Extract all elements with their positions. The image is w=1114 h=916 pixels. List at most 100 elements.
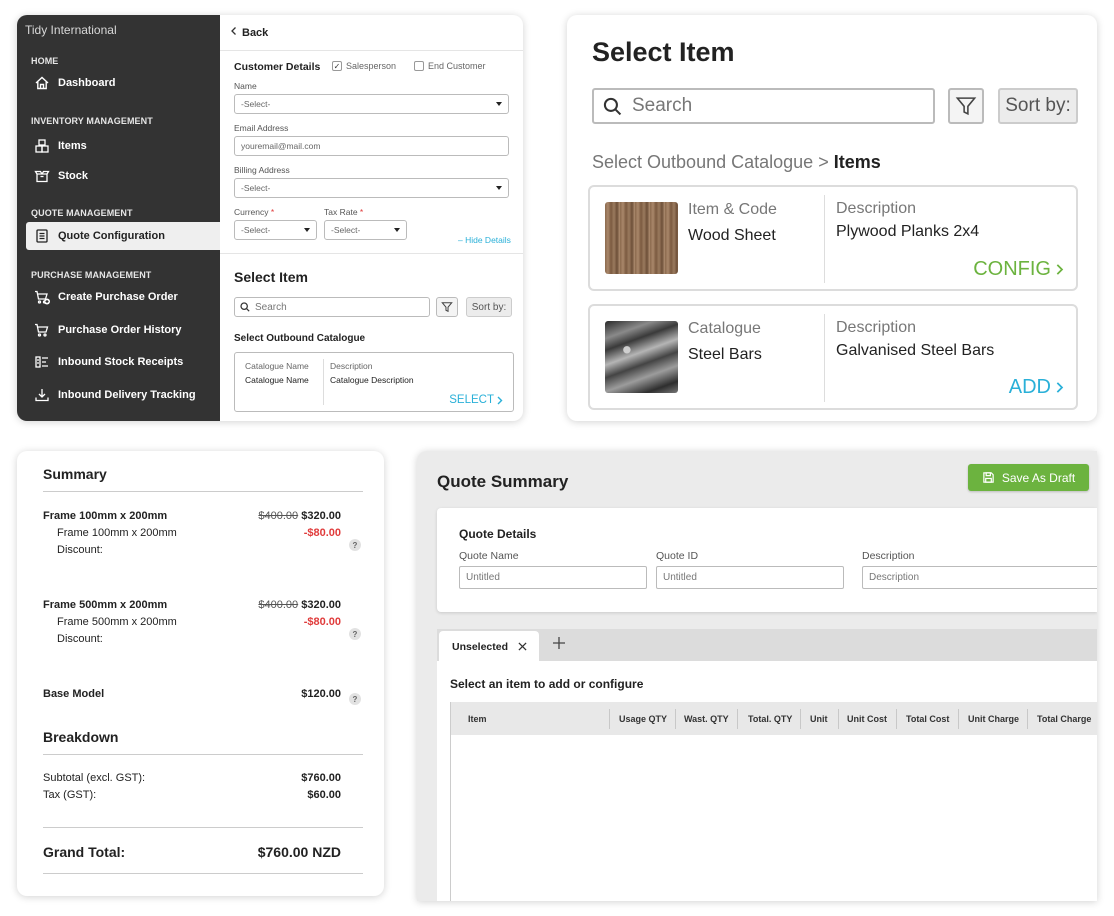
column-header-unit-charge[interactable]: Unit Charge — [968, 702, 1019, 735]
line-item-sub: Frame 500mm x 200mm — [57, 616, 177, 628]
item-code-label: Item & Code — [688, 201, 777, 218]
email-field[interactable]: youremail@mail.com — [234, 136, 509, 156]
name-select-value: -Select- — [241, 99, 271, 109]
table-header: Item Usage QTY Wast. QTY Total. QTY Unit… — [451, 702, 1097, 735]
divider — [220, 253, 523, 254]
caret-down-icon — [496, 102, 502, 106]
column-header-unit[interactable]: Unit — [810, 702, 828, 735]
catalogue-label: Catalogue — [688, 320, 761, 337]
search-icon — [240, 302, 250, 312]
line-item-discount: -$80.00 — [303, 527, 341, 539]
description-input[interactable]: Description — [862, 566, 1097, 589]
sidebar-section-inventory: INVENTORY MANAGEMENT — [31, 116, 153, 126]
currency-select[interactable]: -Select- — [234, 220, 317, 240]
sidebar-item-dashboard[interactable]: Dashboard — [26, 69, 220, 97]
column-header-unit-cost[interactable]: Unit Cost — [847, 702, 887, 735]
wood-sheet-thumbnail — [605, 202, 678, 274]
item-card-steel-bars[interactable]: Catalogue Steel Bars Description Galvani… — [588, 304, 1078, 410]
select-item-panel: Select Item Search Sort by: Select Outbo… — [567, 15, 1097, 421]
end-customer-checkbox[interactable]: End Customer — [414, 61, 486, 71]
sidebar-item-inbound-delivery-tracking[interactable]: Inbound Delivery Tracking — [26, 381, 220, 409]
summary-title: Summary — [43, 466, 107, 482]
select-item-heading: Select Item — [592, 37, 735, 67]
config-button[interactable]: CONFIG — [973, 258, 1064, 281]
chevron-right-icon — [1056, 264, 1064, 275]
quote-id-placeholder: Untitled — [663, 572, 697, 583]
subtotal-label: Subtotal (excl. GST): — [43, 772, 146, 784]
breadcrumb: Select Outbound Catalogue > Items — [592, 152, 881, 173]
item-card-wood-sheet[interactable]: Item & Code Wood Sheet Description Plywo… — [588, 185, 1078, 291]
select-catalogue-button[interactable]: SELECT — [449, 394, 503, 406]
sort-button-large[interactable]: Sort by: — [998, 88, 1078, 124]
help-icon[interactable]: ? — [349, 539, 361, 551]
sidebar-item-purchase-order-history[interactable]: Purchase Order History — [26, 316, 220, 344]
description-label: Description — [836, 200, 917, 217]
close-icon[interactable] — [518, 642, 527, 651]
search-input-large[interactable]: Search — [592, 88, 935, 124]
help-icon[interactable]: ? — [349, 628, 361, 640]
sidebar-item-label: Quote Configuration — [58, 230, 165, 242]
select-item-title: Select Item — [234, 269, 308, 285]
catalogue-name-value: Catalogue Name — [245, 375, 309, 385]
breakdown-title: Breakdown — [43, 729, 119, 745]
column-header-usage-qty[interactable]: Usage QTY — [619, 702, 667, 735]
filter-button[interactable] — [436, 297, 458, 317]
column-header-total-cost[interactable]: Total Cost — [906, 702, 949, 735]
tab-unselected[interactable]: Unselected — [439, 631, 539, 662]
billing-address-select[interactable]: -Select- — [234, 178, 509, 198]
divider — [43, 873, 363, 874]
discount-label: Discount: — [57, 544, 103, 556]
caret-down-icon — [304, 228, 310, 232]
boxes-icon — [26, 138, 58, 154]
sort-button[interactable]: Sort by: — [466, 297, 512, 317]
line-item-name: Frame 100mm x 200mm — [43, 510, 168, 522]
sidebar-item-quote-configuration[interactable]: Quote Configuration — [26, 222, 220, 250]
line-item-name: Frame 500mm x 200mm — [43, 599, 168, 611]
plus-icon — [553, 637, 565, 649]
sidebar-item-inbound-stock-receipts[interactable]: Inbound Stock Receipts — [26, 348, 220, 376]
grand-total-label: Grand Total: — [43, 844, 126, 860]
help-icon[interactable]: ? — [349, 693, 361, 705]
sidebar: Tidy International HOME Dashboard INVENT… — [17, 15, 220, 421]
hide-details-link[interactable]: – Hide Details — [458, 235, 511, 245]
cart-add-icon — [26, 289, 58, 305]
breadcrumb-current: Items — [833, 152, 881, 172]
open-box-icon — [26, 168, 58, 184]
description-value: Galvanised Steel Bars — [836, 342, 995, 359]
add-button[interactable]: ADD — [1009, 376, 1064, 399]
save-as-draft-button[interactable]: Save As Draft — [968, 464, 1089, 491]
name-select[interactable]: -Select- — [234, 94, 509, 114]
back-button[interactable]: Back — [230, 26, 268, 39]
billing-select-value: -Select- — [241, 183, 271, 193]
breadcrumb-parent[interactable]: Select Outbound Catalogue — [592, 152, 813, 172]
salesperson-checkbox[interactable]: ✓ Salesperson — [332, 61, 396, 71]
add-tab-button[interactable] — [552, 636, 568, 652]
line-item-price: $400.00 $320.00 — [258, 510, 341, 522]
sidebar-item-label: Purchase Order History — [58, 324, 182, 336]
catalogue-card[interactable]: Catalogue Name Catalogue Name Descriptio… — [234, 352, 514, 412]
column-header-total-charge[interactable]: Total Charge — [1037, 702, 1091, 735]
column-header-total-qty[interactable]: Total. QTY — [748, 702, 792, 735]
filter-icon — [955, 97, 977, 116]
quote-details-card: Quote Details Quote Name Untitled Quote … — [437, 508, 1097, 612]
column-divider — [824, 195, 825, 283]
quote-name-label: Quote Name — [459, 550, 519, 562]
sidebar-item-items[interactable]: Items — [26, 132, 220, 160]
column-header-wastage-qty[interactable]: Wast. QTY — [684, 702, 729, 735]
save-as-draft-label: Save As Draft — [1001, 470, 1076, 485]
search-input[interactable]: Search — [234, 297, 430, 317]
catalogue-description-label: Description — [330, 361, 373, 371]
caret-down-icon — [394, 228, 400, 232]
tax-rate-select[interactable]: -Select- — [324, 220, 407, 240]
sidebar-item-create-purchase-order[interactable]: Create Purchase Order — [26, 283, 220, 311]
divider — [43, 491, 363, 492]
column-header-item[interactable]: Item — [468, 702, 487, 735]
quote-id-input[interactable]: Untitled — [656, 566, 844, 589]
description-placeholder: Description — [869, 572, 920, 583]
sidebar-item-stock[interactable]: Stock — [26, 162, 220, 190]
quote-name-input[interactable]: Untitled — [459, 566, 647, 589]
sidebar-section-quote: QUOTE MANAGEMENT — [31, 208, 133, 218]
catalogue-name-label: Catalogue Name — [245, 361, 309, 371]
filter-button-large[interactable] — [948, 88, 984, 124]
customer-details-title: Customer Details — [234, 61, 321, 73]
